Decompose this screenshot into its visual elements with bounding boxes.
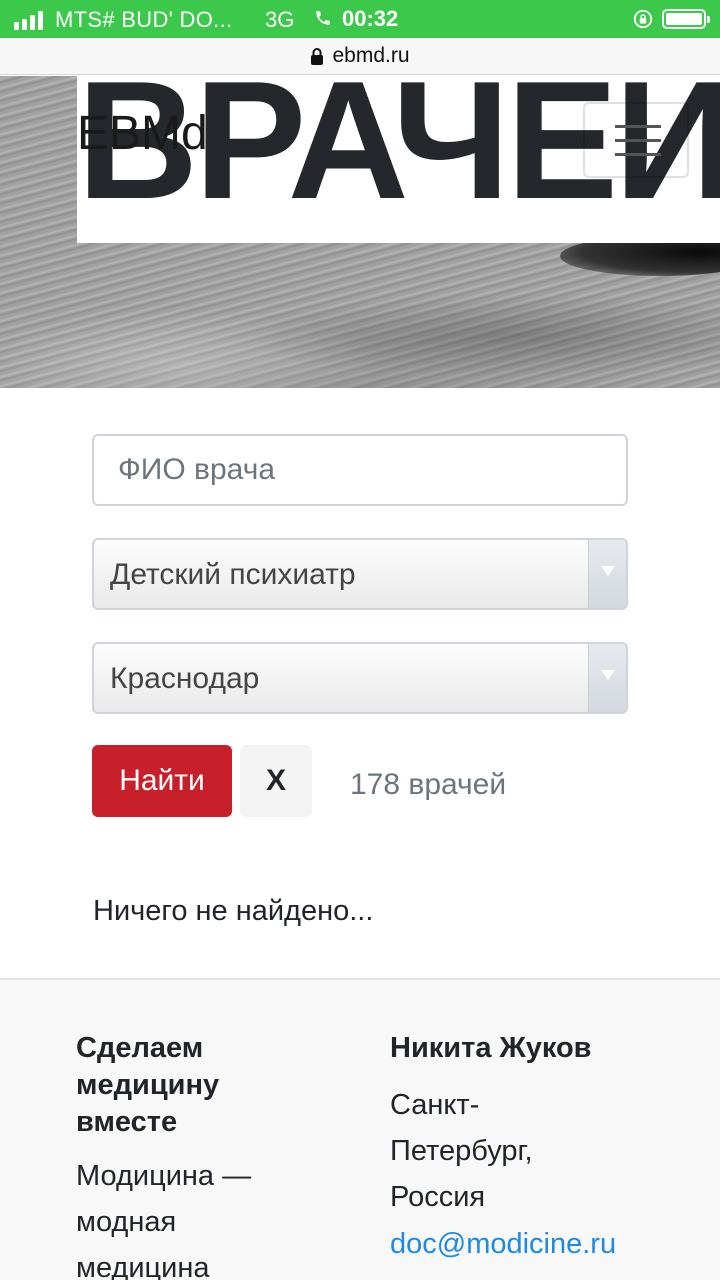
footer-heading-1: Сделаем: [76, 1032, 204, 1064]
url-bar[interactable]: ebmd.ru: [0, 38, 720, 75]
url-domain: ebmd.ru: [332, 44, 410, 67]
doctor-name-input[interactable]: [92, 434, 628, 506]
footer-heading-1-line-3: вместе: [76, 1106, 178, 1138]
footer-text-1-line-3: медицина: [76, 1252, 210, 1280]
find-button[interactable]: Найти: [92, 745, 232, 817]
hero-banner: ВРАЧЕИ EBMd: [0, 76, 720, 388]
hamburger-icon-bar: [615, 153, 661, 156]
navbar: ВРАЧЕИ EBMd: [77, 76, 720, 243]
secure-lock-icon: [311, 48, 324, 65]
brand-logo[interactable]: EBMd: [77, 106, 208, 161]
status-left: MTS# BUD' DO...: [14, 7, 232, 33]
chevron-down-icon: [588, 540, 626, 608]
footer-email-link[interactable]: doc@modicine.ru: [390, 1228, 616, 1261]
carrier-name: MTS# BUD' DO...: [55, 7, 233, 32]
specialty-select[interactable]: Детский психиатр: [92, 538, 628, 610]
clear-button[interactable]: X: [240, 745, 312, 817]
menu-toggle-button[interactable]: [583, 102, 689, 178]
city-select[interactable]: Краснодар: [92, 642, 628, 714]
chevron-down-icon: [588, 644, 626, 712]
footer-address-line-2: Петербург,: [390, 1135, 533, 1167]
battery-icon: [662, 9, 710, 29]
clock-time: 00:32: [342, 6, 399, 31]
footer-text-1: Модицина —: [76, 1160, 252, 1192]
footer-heading-2: Никита Жуков: [390, 1032, 592, 1064]
empty-results-message: Ничего не найдено...: [93, 895, 374, 927]
signal-strength-icon: [14, 10, 43, 30]
network-type: 3G: [265, 7, 295, 32]
footer-address-line-3: Россия: [390, 1181, 486, 1213]
hamburger-icon: [615, 125, 661, 128]
footer: Сделаем медицину вместе Модицина — модна…: [0, 978, 720, 1280]
specialty-selected-value: Детский психиатр: [110, 558, 356, 591]
footer-heading-1-line-2: медицину: [76, 1069, 220, 1101]
phone-call-icon: [316, 11, 330, 25]
doctor-count: 178 врачей: [350, 768, 507, 801]
status-bar: MTS# BUD' DO... 3G 00:32: [0, 0, 720, 38]
footer-address-line-1: Санкт-: [390, 1089, 480, 1121]
footer-text-1-line-2: модная: [76, 1206, 177, 1238]
rotation-lock-icon: [633, 9, 653, 29]
city-selected-value: Краснодар: [110, 662, 260, 695]
hamburger-icon-bar: [615, 139, 661, 142]
